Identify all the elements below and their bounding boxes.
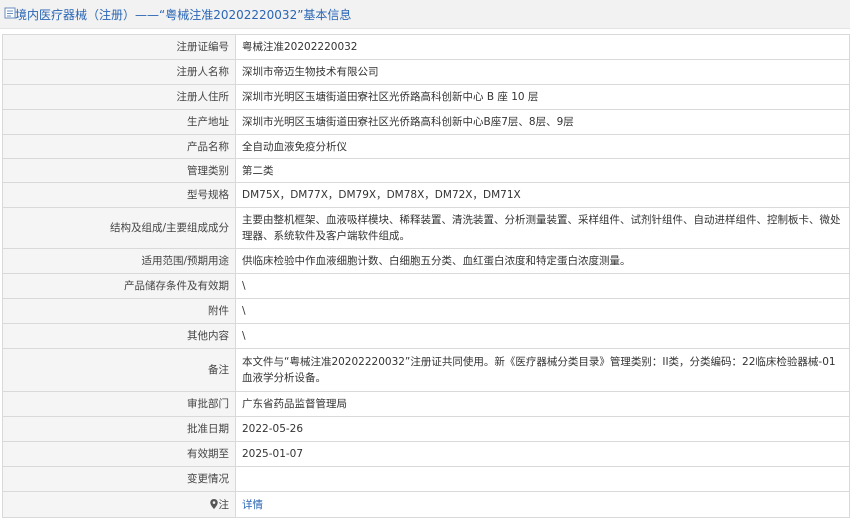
- table-row: 其他内容 \: [2, 323, 850, 349]
- table-row: 结构及组成/主要组成成分 主要由整机框架、血液吸样模块、稀释装置、清洗装置、分析…: [2, 207, 850, 249]
- row-value: 供临床检验中作血液细胞计数、白细胞五分类、血红蛋白浓度和特定蛋白浓度测量。: [235, 248, 850, 274]
- row-label: 注册人名称: [2, 59, 236, 85]
- row-label: 注册证编号: [2, 34, 236, 60]
- row-value: \: [235, 273, 850, 299]
- row-value: DM75X，DM77X，DM79X，DM78X，DM72X，DM71X: [235, 182, 850, 208]
- row-value: 2022-05-26: [235, 416, 850, 442]
- row-label: 有效期至: [2, 441, 236, 467]
- row-value: 深圳市光明区玉塘街道田寮社区光侨路高科创新中心 B 座 10 层: [235, 84, 850, 110]
- table-row: 注册人住所 深圳市光明区玉塘街道田寮社区光侨路高科创新中心 B 座 10 层: [2, 84, 850, 110]
- row-value: 本文件与“粤械注准20202220032”注册证共同使用。新《医疗器械分类目录》…: [235, 348, 850, 392]
- table-row: 管理类别 第二类: [2, 158, 850, 183]
- table-row: 变更情况: [2, 466, 850, 492]
- table-row: 批准日期 2022-05-26: [2, 416, 850, 442]
- table-row: 注册证编号 粤械注准20202220032: [2, 34, 850, 60]
- row-label: 适用范围/预期用途: [2, 248, 236, 274]
- row-label: 审批部门: [2, 391, 236, 417]
- table-row: 注 详情: [2, 491, 850, 518]
- row-value: 深圳市帝迈生物技术有限公司: [235, 59, 850, 85]
- row-value: 全自动血液免疫分析仪: [235, 134, 850, 159]
- table-row: 生产地址 深圳市光明区玉塘街道田寮社区光侨路高科创新中心B座7层、8层、9层: [2, 109, 850, 135]
- row-label: 型号规格: [2, 182, 236, 208]
- table-row: 产品储存条件及有效期 \: [2, 273, 850, 299]
- row-label: 注册人住所: [2, 84, 236, 110]
- row-value: 深圳市光明区玉塘街道田寮社区光侨路高科创新中心B座7层、8层、9层: [235, 109, 850, 135]
- table-row: 注册人名称 深圳市帝迈生物技术有限公司: [2, 59, 850, 85]
- row-label: 备注: [2, 348, 236, 392]
- row-value: 主要由整机框架、血液吸样模块、稀释装置、清洗装置、分析测量装置、采样组件、试剂针…: [235, 207, 850, 249]
- row-label: 其他内容: [2, 323, 236, 349]
- row-label: 管理类别: [2, 158, 236, 183]
- row-label: 结构及组成/主要组成成分: [2, 207, 236, 249]
- row-label: 附件: [2, 298, 236, 324]
- row-value: 粤械注准20202220032: [235, 34, 850, 60]
- note-label-cell: 注: [2, 491, 236, 518]
- details-link[interactable]: 详情: [242, 499, 263, 511]
- table-row: 适用范围/预期用途 供临床检验中作血液细胞计数、白细胞五分类、血红蛋白浓度和特定…: [2, 248, 850, 274]
- table-row: 型号规格 DM75X，DM77X，DM79X，DM78X，DM72X，DM71X: [2, 182, 850, 208]
- page-header: 境内医疗器械（注册）——“粤械注准20202220032”基本信息: [0, 0, 850, 29]
- table-row: 有效期至 2025-01-07: [2, 441, 850, 467]
- row-value: 广东省药品监督管理局: [235, 391, 850, 417]
- row-value: 第二类: [235, 158, 850, 183]
- row-label: 产品储存条件及有效期: [2, 273, 236, 299]
- table-row: 附件 \: [2, 298, 850, 324]
- location-pin-icon: [209, 498, 218, 509]
- note-label: 注: [218, 498, 230, 511]
- row-value: 2025-01-07: [235, 441, 850, 467]
- page-title: 境内医疗器械（注册）——“粤械注准20202220032”基本信息: [15, 8, 352, 22]
- row-label: 产品名称: [2, 134, 236, 159]
- registration-detail-table: 注册证编号 粤械注准20202220032 注册人名称 深圳市帝迈生物技术有限公…: [2, 34, 850, 518]
- row-value: [235, 466, 850, 492]
- row-label: 生产地址: [2, 109, 236, 135]
- note-value-cell: 详情: [235, 491, 850, 518]
- row-label: 批准日期: [2, 416, 236, 442]
- table-row: 审批部门 广东省药品监督管理局: [2, 391, 850, 417]
- row-value: \: [235, 298, 850, 324]
- row-label: 变更情况: [2, 466, 236, 492]
- table-row: 产品名称 全自动血液免疫分析仪: [2, 134, 850, 159]
- table-row: 备注 本文件与“粤械注准20202220032”注册证共同使用。新《医疗器械分类…: [2, 348, 850, 392]
- row-value: \: [235, 323, 850, 349]
